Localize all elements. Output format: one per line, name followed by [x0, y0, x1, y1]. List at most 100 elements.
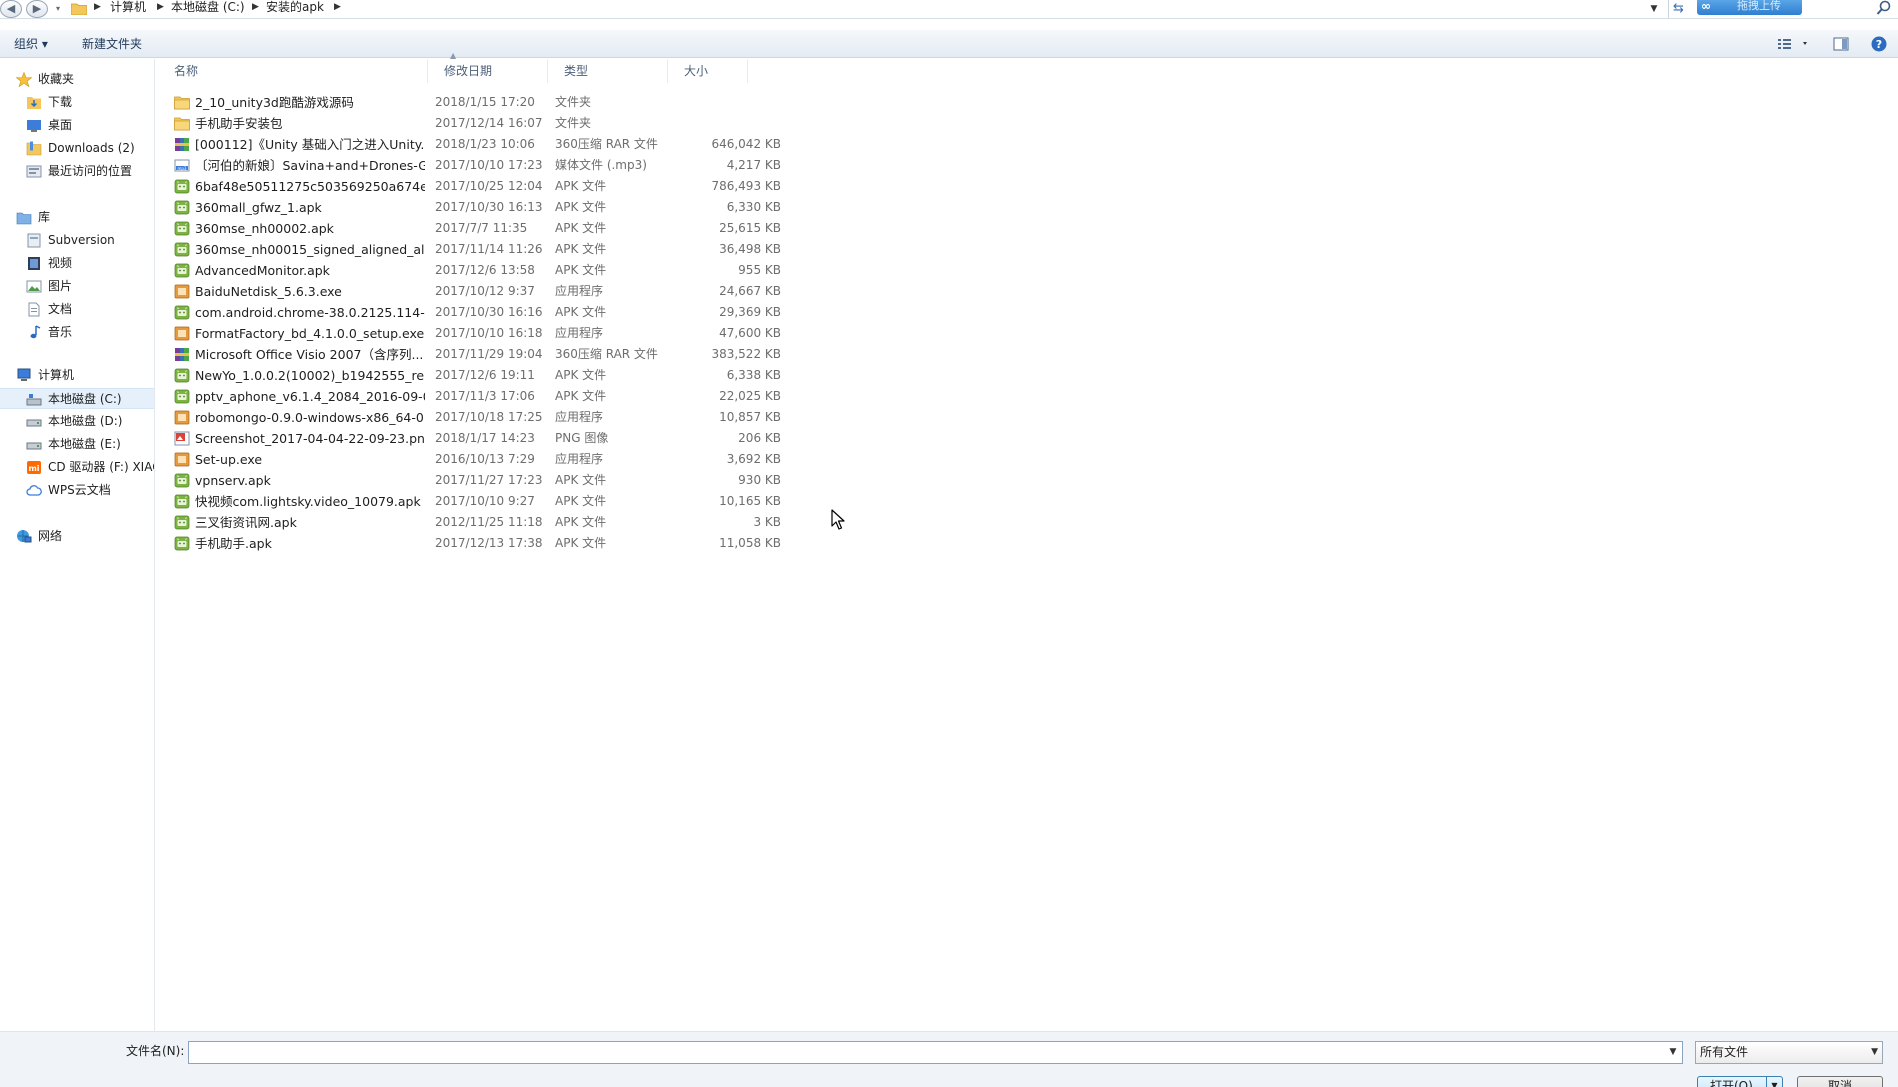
file-date: 2017/10/12 9:37: [435, 284, 535, 298]
nav-libraries[interactable]: 库: [0, 207, 154, 228]
filename-input[interactable]: [188, 1041, 1683, 1064]
search-icon[interactable]: [1876, 0, 1892, 16]
nav-item-drive-d[interactable]: 本地磁盘 (D:): [0, 411, 154, 432]
pictures-icon: [26, 280, 42, 293]
file-row[interactable]: NewYo_1.0.0.2(10002)_b1942555_rele... 201…: [156, 365, 1898, 386]
organize-button[interactable]: 组织 ▾: [14, 34, 48, 54]
file-row[interactable]: 快视频com.lightsky.video_10079.apk 2017/10/1…: [156, 491, 1898, 512]
file-size: 10,165 KB: [719, 494, 781, 508]
cd-drive-icon: mi: [27, 461, 41, 474]
file-row[interactable]: 手机助手安装包 2017/12/14 16:07 文件夹: [156, 113, 1898, 134]
nav-item-subversion[interactable]: Subversion: [0, 230, 154, 251]
nav-item-drive-e[interactable]: 本地磁盘 (E:): [0, 434, 154, 455]
file-row[interactable]: vpnserv.apk 2017/11/27 17:23 APK 文件 930 KB: [156, 470, 1898, 491]
column-header-name[interactable]: 名称: [156, 59, 428, 83]
nav-item-drive-c[interactable]: 本地磁盘 (C:): [0, 388, 154, 409]
file-date: 2018/1/17 14:23: [435, 431, 535, 445]
file-date: 2017/10/10 9:27: [435, 494, 535, 508]
upload-button[interactable]: ∞ 拖拽上传: [1697, 0, 1802, 15]
column-header-size[interactable]: 大小: [668, 59, 748, 83]
file-type: APK 文件: [555, 536, 607, 550]
file-size: 25,615 KB: [719, 221, 781, 235]
file-row[interactable]: robomongo-0.9.0-windows-x86_64-0... 2017/…: [156, 407, 1898, 428]
file-row[interactable]: 手机助手.apk 2017/12/13 17:38 APK 文件 11,058 KB: [156, 533, 1898, 554]
file-size: 47,600 KB: [719, 326, 781, 340]
svg-text:mp3: mp3: [178, 166, 187, 171]
file-type: 文件夹: [555, 95, 592, 109]
cloud-icon: [26, 485, 42, 496]
recent-pages-button[interactable]: ▾: [52, 0, 64, 18]
file-row[interactable]: pptv_aphone_v6.1.4_2084_2016-09-03... 201…: [156, 386, 1898, 407]
nav-item-documents[interactable]: 文档: [0, 299, 154, 320]
cancel-button[interactable]: 取消: [1797, 1076, 1883, 1087]
breadcrumb-separator[interactable]: ▶: [94, 0, 101, 18]
file-row[interactable]: [000112]《Unity 基础入门之进入Unity... 2018/1/23 …: [156, 134, 1898, 155]
file-row[interactable]: com.android.chrome-38.0.2125.114-2... 201…: [156, 302, 1898, 323]
file-size: 11,058 KB: [719, 536, 781, 550]
nav-item-wps-cloud[interactable]: WPS云文档: [0, 480, 154, 501]
help-icon[interactable]: ?: [1870, 35, 1888, 53]
file-row[interactable]: FormatFactory_bd_4.1.0.0_setup.exe 2017/1…: [156, 323, 1898, 344]
upload-label: 拖拽上传: [1737, 0, 1781, 12]
file-row[interactable]: 三叉街资讯网.apk 2012/11/25 11:18 APK 文件 3 KB: [156, 512, 1898, 533]
music-icon: [30, 325, 41, 339]
nav-favorites[interactable]: 收藏夹: [0, 69, 154, 90]
column-header-date[interactable]: 修改日期: [428, 59, 548, 83]
nav-item-music[interactable]: 音乐: [0, 322, 154, 343]
nav-network[interactable]: 网络: [0, 526, 154, 547]
file-date: 2017/12/6 13:58: [435, 263, 535, 277]
file-name: 〔河伯的新娘〕Savina+and+Drones-G...: [195, 158, 425, 173]
breadcrumb-drive-c[interactable]: 本地磁盘 (C:): [171, 0, 245, 18]
new-folder-button[interactable]: 新建文件夹: [82, 34, 142, 54]
file-date: 2017/7/7 11:35: [435, 221, 528, 235]
breadcrumb-separator[interactable]: ▶: [252, 0, 259, 18]
desktop-icon: [27, 120, 41, 132]
nav-computer[interactable]: 计算机: [0, 365, 154, 386]
file-row[interactable]: BaiduNetdisk_5.6.3.exe 2017/10/12 9:37 应用程…: [156, 281, 1898, 302]
filename-label: 文件名(N):: [126, 1044, 185, 1058]
file-row[interactable]: 6baf48e50511275c503569250a674ee... 2017/1…: [156, 176, 1898, 197]
file-row[interactable]: Microsoft Office Visio 2007（含序列... 2017/1…: [156, 344, 1898, 365]
nav-item-pictures[interactable]: 图片: [0, 276, 154, 297]
address-bar: ◀ ▶ ▾ ▶ 计算机 ▶ 本地磁盘 (C:) ▶ 安装的apk ▶ ▼ ⇆ ∞…: [0, 0, 1898, 19]
open-options-dropdown[interactable]: ▼: [1766, 1077, 1782, 1087]
file-row[interactable]: Set-up.exe 2016/10/13 7:29 应用程序 3,692 KB: [156, 449, 1898, 470]
file-row[interactable]: mp3 〔河伯的新娘〕Savina+and+Drones-G... 2017/10/…: [156, 155, 1898, 176]
svg-text:mi: mi: [28, 464, 39, 473]
file-row[interactable]: 360mse_nh00002.apk 2017/7/7 11:35 APK 文件 25…: [156, 218, 1898, 239]
file-type: APK 文件: [555, 389, 607, 403]
nav-item-downloads-2[interactable]: Downloads (2): [0, 138, 154, 159]
address-dropdown-button[interactable]: ▼: [1648, 2, 1660, 16]
apk-icon: [174, 536, 190, 551]
filetype-select[interactable]: 所有文件 ▼: [1695, 1041, 1883, 1064]
nav-item-desktop[interactable]: 桌面: [0, 115, 154, 136]
file-name: vpnserv.apk: [195, 473, 271, 488]
breadcrumb-separator[interactable]: ▶: [157, 0, 164, 18]
preview-pane-icon[interactable]: [1832, 35, 1850, 53]
breadcrumb-apk-folder[interactable]: 安装的apk: [266, 0, 324, 18]
nav-item-downloads[interactable]: 下载: [0, 92, 154, 113]
file-size: 22,025 KB: [719, 389, 781, 403]
view-options-icon[interactable]: [1776, 35, 1812, 53]
nav-item-cd-drive[interactable]: mi CD 驱动器 (F:) XIAO: [0, 457, 154, 478]
file-row[interactable]: 360mall_gfwz_1.apk 2017/10/30 16:13 APK 文件…: [156, 197, 1898, 218]
nav-item-recent-places[interactable]: 最近访问的位置: [0, 161, 154, 182]
filename-dropdown-button[interactable]: ▼: [1664, 1042, 1682, 1063]
column-header-type[interactable]: 类型: [548, 59, 668, 83]
file-row[interactable]: 360mse_nh00015_signed_aligned_alig... 201…: [156, 239, 1898, 260]
back-button[interactable]: ◀: [0, 0, 22, 18]
breadcrumb-separator[interactable]: ▶: [334, 0, 341, 18]
nav-item-videos[interactable]: 视频: [0, 253, 154, 274]
file-size: 3,692 KB: [726, 452, 781, 466]
file-row[interactable]: AdvancedMonitor.apk 2017/12/6 13:58 APK 文件…: [156, 260, 1898, 281]
file-date: 2017/11/3 17:06: [435, 389, 535, 403]
file-type: 应用程序: [555, 326, 604, 340]
open-button[interactable]: 打开(O) ▼: [1697, 1076, 1783, 1087]
file-row[interactable]: Screenshot_2017-04-04-22-09-23.png 2018/1…: [156, 428, 1898, 449]
apk-icon: [174, 368, 190, 383]
file-row[interactable]: 2_10_unity3d跑酷游戏源码 2018/1/15 17:20 文件夹: [156, 92, 1898, 113]
forward-button[interactable]: ▶: [26, 0, 48, 18]
refresh-button[interactable]: ⇆: [1668, 0, 1688, 18]
file-name: FormatFactory_bd_4.1.0.0_setup.exe: [195, 326, 425, 341]
breadcrumb-computer[interactable]: 计算机: [110, 0, 146, 18]
